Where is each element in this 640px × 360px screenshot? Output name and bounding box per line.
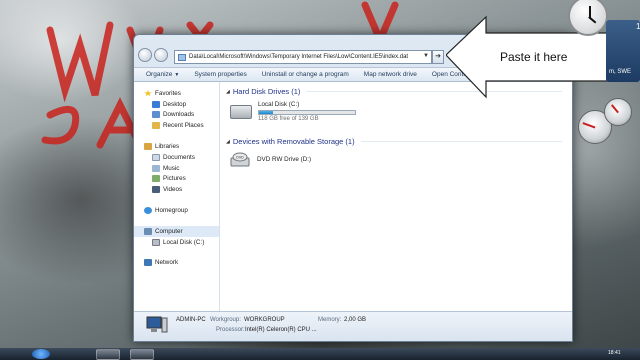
clock-minute-hand bbox=[588, 16, 597, 24]
dvd-drive-d-item[interactable]: DVD DVD RW Drive (D:) bbox=[230, 150, 311, 168]
nav-desktop[interactable]: Desktop bbox=[134, 99, 219, 110]
map-network-drive-button[interactable]: Map network drive bbox=[364, 71, 417, 78]
memory-value: 2,00 GB bbox=[344, 317, 367, 323]
calendar-day: 1 bbox=[636, 22, 640, 31]
disk-usage-fill bbox=[259, 111, 274, 114]
calendar-text: m, SWE bbox=[609, 69, 631, 75]
drive-free-space: 118 GB free of 139 GB bbox=[258, 116, 319, 122]
nav-label: Documents bbox=[163, 153, 195, 161]
libraries-icon bbox=[144, 143, 152, 151]
pictures-icon bbox=[152, 175, 160, 183]
nav-label: Libraries bbox=[155, 143, 180, 151]
homegroup-icon bbox=[144, 207, 152, 215]
workgroup-value: WORKGROUP bbox=[244, 317, 285, 323]
hard-disk-icon bbox=[230, 105, 252, 119]
nav-recent-places[interactable]: Recent Places bbox=[134, 120, 219, 131]
computer-icon bbox=[178, 53, 186, 61]
nav-label: Downloads bbox=[163, 111, 195, 119]
nav-label: Local Disk (C:) bbox=[163, 238, 205, 246]
nav-local-disk[interactable]: Local Disk (C:) bbox=[134, 237, 219, 248]
memory-label: Memory: bbox=[318, 317, 342, 323]
drive-name: Local Disk (C:) bbox=[258, 101, 300, 108]
forward-button[interactable] bbox=[154, 48, 168, 62]
nav-label: Network bbox=[155, 259, 179, 267]
downloads-icon bbox=[152, 111, 160, 119]
nav-label: Recent Places bbox=[163, 122, 204, 130]
address-bar[interactable]: Data\Local\Microsoft\Windows\Temporary I… bbox=[174, 50, 432, 64]
nav-label: Favorites bbox=[155, 89, 181, 97]
desktop-icon bbox=[152, 100, 160, 108]
collapse-triangle-icon: ◢ bbox=[226, 88, 230, 95]
callout-text: Paste it here bbox=[500, 50, 568, 64]
nav-libraries[interactable]: Libraries bbox=[134, 141, 219, 152]
nav-favorites[interactable]: Favorites bbox=[134, 88, 219, 99]
documents-icon bbox=[152, 153, 160, 161]
tray-clock[interactable]: 18:41 bbox=[608, 350, 621, 356]
chevron-down-icon[interactable]: ▼ bbox=[423, 53, 429, 59]
star-icon bbox=[144, 89, 152, 97]
collapse-triangle-icon: ◢ bbox=[226, 138, 230, 145]
processor-label: Processor: bbox=[216, 327, 245, 333]
dvd-drive-icon: DVD bbox=[230, 152, 250, 167]
taskbar-app-button[interactable] bbox=[130, 349, 154, 360]
videos-icon bbox=[152, 186, 160, 194]
network-icon bbox=[144, 259, 152, 267]
main-pane: ◢ Hard Disk Drives (1) Local Disk (C:) 1… bbox=[226, 82, 572, 313]
nav-homegroup[interactable]: Homegroup bbox=[134, 205, 219, 216]
workgroup-label: Workgroup: bbox=[210, 317, 241, 323]
content-area: Favorites Desktop Downloads Recent Place… bbox=[134, 82, 572, 313]
uninstall-program-button[interactable]: Uninstall or change a program bbox=[262, 71, 349, 78]
nav-label: Videos bbox=[163, 186, 183, 194]
disk-usage-bar bbox=[258, 110, 356, 115]
taskbar-explorer-button[interactable] bbox=[96, 349, 120, 360]
recent-places-icon bbox=[152, 122, 160, 130]
music-icon bbox=[152, 164, 160, 172]
processor-value: Intel(R) Celeron(R) CPU ... bbox=[245, 327, 317, 333]
nav-label: Music bbox=[163, 164, 180, 172]
nav-computer[interactable]: Computer bbox=[134, 225, 219, 237]
meter-needle bbox=[582, 122, 596, 129]
back-button[interactable] bbox=[138, 48, 152, 62]
dvd-badge: DVD bbox=[236, 156, 244, 160]
details-pane: ADMIN-PC Workgroup: WORKGROUP Memory: 2,… bbox=[134, 311, 572, 341]
pc-name: ADMIN-PC bbox=[176, 317, 206, 323]
nav-downloads[interactable]: Downloads bbox=[134, 110, 219, 121]
ram-meter-gadget[interactable] bbox=[604, 98, 632, 126]
nav-label: Pictures bbox=[163, 175, 186, 183]
local-disk-c-item[interactable]: Local Disk (C:) 118 GB free of 139 GB bbox=[230, 101, 356, 122]
nav-videos[interactable]: Videos bbox=[134, 184, 219, 195]
go-button[interactable]: ➔ bbox=[432, 50, 444, 64]
computer-icon bbox=[146, 316, 168, 333]
start-button[interactable] bbox=[32, 349, 50, 359]
navigation-pane[interactable]: Favorites Desktop Downloads Recent Place… bbox=[134, 82, 220, 313]
drive-name: DVD RW Drive (D:) bbox=[257, 156, 312, 163]
nav-pictures[interactable]: Pictures bbox=[134, 174, 219, 185]
nav-label: Desktop bbox=[163, 100, 187, 108]
address-text: Data\Local\Microsoft\Windows\Temporary I… bbox=[189, 54, 409, 60]
removable-storage-header[interactable]: ◢ Devices with Removable Storage (1) bbox=[226, 137, 572, 146]
nav-music[interactable]: Music bbox=[134, 163, 219, 174]
meter-needle bbox=[610, 104, 619, 114]
chevron-down-icon: ▼ bbox=[174, 72, 180, 78]
nav-documents[interactable]: Documents bbox=[134, 152, 219, 163]
nav-label: Computer bbox=[155, 227, 183, 235]
hard-disk-icon bbox=[152, 238, 160, 246]
nav-label: Homegroup bbox=[155, 207, 188, 215]
organize-menu[interactable]: Organize ▼ bbox=[146, 71, 179, 78]
system-properties-button[interactable]: System properties bbox=[194, 71, 246, 78]
nav-network[interactable]: Network bbox=[134, 258, 219, 269]
computer-icon bbox=[144, 227, 152, 235]
